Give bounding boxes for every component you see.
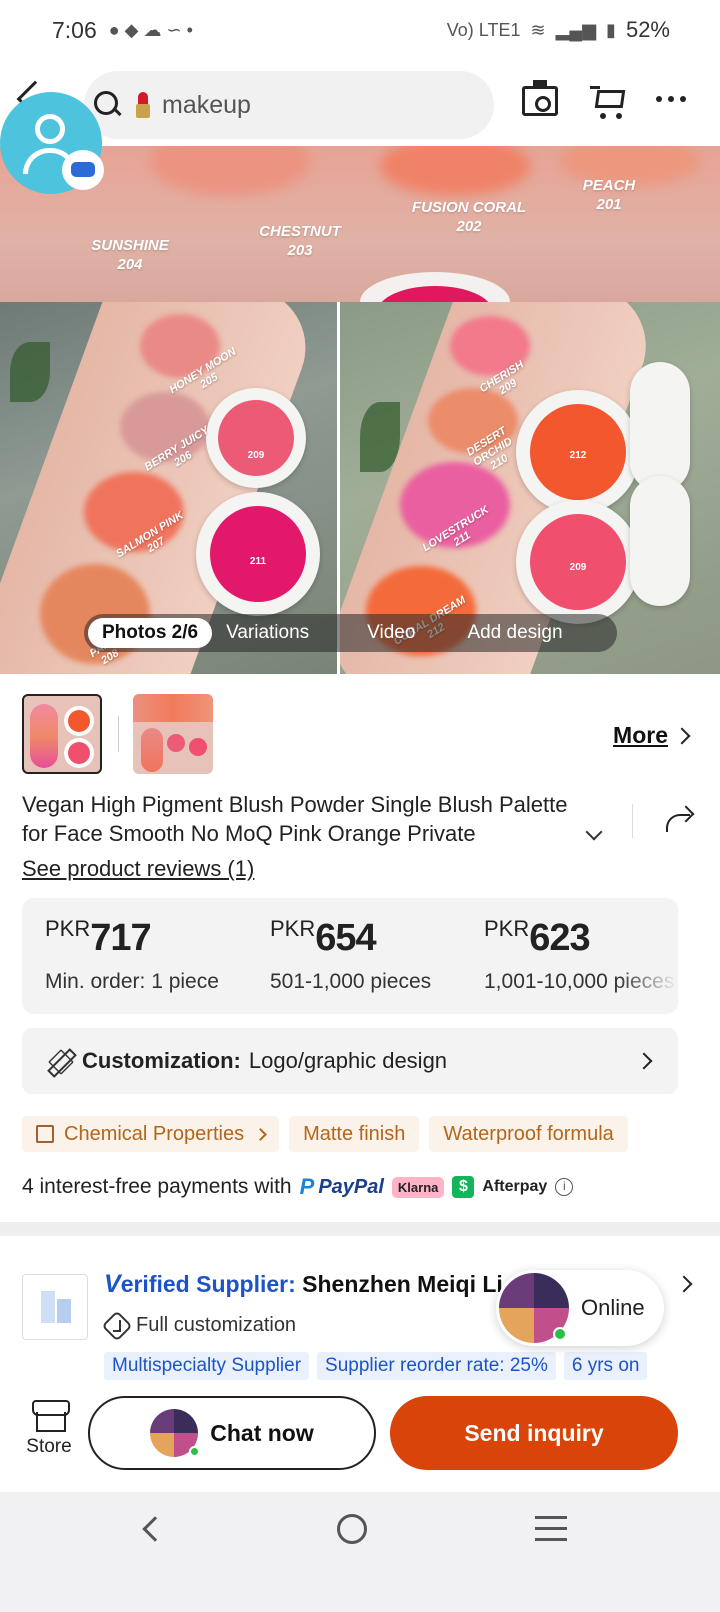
chevron-right-icon [254, 1127, 267, 1141]
wifi-icon: ≋ [530, 19, 546, 40]
chevron-right-icon [675, 1275, 693, 1293]
thumbnail-divider [118, 716, 119, 752]
paypal-logo: P PayPal [299, 1174, 384, 1199]
swatch-banner: SUNSHINE 204 CHESTNUT 203 FUSION CORAL 202 … [0, 146, 720, 336]
cart-icon[interactable] [590, 84, 628, 120]
status-bar: 7:06 ● ◆ ☁ ∽ • Vo) LTE1 ≋ ▂▄▆ ▮ 52% [0, 0, 720, 60]
thumbnail-image[interactable] [22, 694, 102, 774]
send-inquiry-button[interactable]: Send inquiry [390, 1396, 678, 1470]
supplier-avatar [499, 1273, 569, 1343]
tag-attribute[interactable]: Matte finish [289, 1116, 420, 1152]
supplier-tag: 6 yrs on [563, 1352, 648, 1380]
supplier-tag: Multispecialty Supplier [104, 1352, 310, 1380]
system-back-icon[interactable] [142, 1516, 168, 1542]
system-navigation-bar [0, 1492, 720, 1612]
product-image-gallery[interactable]: SUNSHINE 204 CHESTNUT 203 FUSION CORAL 202 … [0, 146, 720, 674]
signal-icon: ▂▄▆ [555, 19, 597, 40]
tab-variations[interactable]: Variations [212, 618, 323, 648]
chat-now-label: Chat now [210, 1419, 314, 1446]
store-icon [32, 1400, 70, 1432]
tab-photos[interactable]: Photos 2/6 [88, 618, 213, 648]
search-query[interactable]: makeup [162, 91, 251, 120]
design-tool-icon [46, 1047, 74, 1075]
tier-price: PKR654 [270, 916, 377, 959]
chevron-right-icon [673, 727, 691, 745]
online-chat-chip[interactable]: Online [496, 1270, 664, 1346]
supplier-logo [22, 1274, 88, 1340]
system-recents-icon[interactable] [535, 1516, 567, 1549]
supplier-name: Shenzhen Meiqi Li [302, 1271, 503, 1297]
lipstick-icon [136, 92, 150, 118]
customization-row[interactable]: Customization: Logo/graphic design [22, 1028, 678, 1094]
send-inquiry-label: Send inquiry [464, 1419, 604, 1446]
search-icon [94, 91, 122, 119]
status-right: Vo) LTE1 ≋ ▂▄▆ ▮ 52% [447, 17, 670, 43]
info-icon[interactable]: i [555, 1178, 574, 1196]
tier-price: PKR717 [45, 916, 152, 959]
product-reviews-link[interactable]: See product reviews (1) [22, 856, 254, 882]
thumbnail-strip: More [22, 694, 698, 776]
tag-attribute[interactable]: Waterproof formula [429, 1116, 628, 1152]
swatch-label: SUNSHINE 204 [91, 237, 169, 273]
chat-now-button[interactable]: Chat now [88, 1396, 376, 1470]
tier-quantity: 501-1,000 pieces [270, 970, 432, 993]
section-divider [0, 1222, 720, 1236]
tab-add-design[interactable]: Add design [453, 618, 576, 648]
store-button[interactable]: Store [22, 1400, 76, 1458]
title-divider [632, 804, 633, 838]
swatch-label: CHESTNUT 203 [259, 223, 341, 259]
customization-label: Customization: [82, 1048, 241, 1073]
bottom-action-bar: Store Chat now Send inquiry [0, 1386, 720, 1492]
afterpay-icon: $ [452, 1176, 475, 1198]
more-images-link[interactable]: More [613, 722, 668, 749]
price-tier: PKR717 Min. order: 1 piece [45, 916, 219, 994]
system-home-icon[interactable] [337, 1514, 367, 1544]
online-status-dot [189, 1446, 201, 1457]
document-icon [36, 1125, 54, 1143]
online-status-dot [553, 1327, 567, 1341]
status-time: 7:06 [52, 16, 97, 43]
search-bar[interactable]: makeup [84, 71, 494, 139]
chevron-right-icon [635, 1052, 653, 1070]
share-icon[interactable] [662, 806, 692, 832]
verified-supplier-row: Verified Supplier: Shenzhen Meiqi Li [104, 1270, 503, 1298]
tier-quantity: Min. order: 1 piece [45, 970, 219, 993]
swatch-label: PEACH 201 [582, 177, 636, 213]
attribute-tags: Chemical Properties Matte finish Waterpr… [22, 1116, 720, 1154]
payment-options[interactable]: 4 interest-free payments with P PayPal Kl… [22, 1172, 574, 1202]
notification-icons: ● ◆ ☁ ∽ • [108, 19, 193, 40]
online-label: Online [581, 1295, 645, 1320]
more-options-icon[interactable] [656, 96, 686, 102]
network-label: Vo) LTE1 [446, 19, 521, 40]
supplier-tags: Multispecialty Supplier Supplier reorder… [104, 1352, 648, 1380]
supplier-tag: Supplier reorder rate: 25% [317, 1352, 556, 1380]
tag-chemical-properties[interactable]: Chemical Properties [22, 1116, 280, 1152]
store-label: Store [26, 1436, 72, 1457]
swatch-label: FUSION CORAL 202 [411, 199, 527, 235]
klarna-logo: Klarna [391, 1176, 445, 1198]
product-title: Vegan High Pigment Blush Powder Single B… [22, 792, 568, 846]
camera-search-icon[interactable] [522, 80, 558, 116]
customization-value: Logo/graphic design [248, 1048, 448, 1073]
header: makeup [0, 66, 720, 146]
afterpay-logo: Afterpay [482, 1178, 548, 1195]
battery-percent: 52% [625, 17, 670, 42]
price-tiers: PKR717 Min. order: 1 piece PKR654 501-1,… [22, 898, 678, 1014]
thumbnail-image[interactable] [133, 694, 213, 774]
floating-profile-chat-icon[interactable] [0, 92, 104, 194]
media-tabs: Photos 2/6 Variations Video Add design [84, 614, 617, 652]
price-tier: PKR654 501-1,000 pieces [270, 916, 431, 994]
battery-icon: ▮ [606, 19, 616, 40]
full-customization-badge: Full customization [101, 1309, 296, 1342]
payments-text: 4 interest-free payments with [22, 1175, 292, 1198]
tab-video[interactable]: Video [353, 618, 429, 648]
status-left: 7:06 ● ◆ ☁ ∽ • [52, 17, 193, 44]
supplier-avatar [150, 1409, 201, 1457]
check-badge-icon [101, 1309, 133, 1342]
